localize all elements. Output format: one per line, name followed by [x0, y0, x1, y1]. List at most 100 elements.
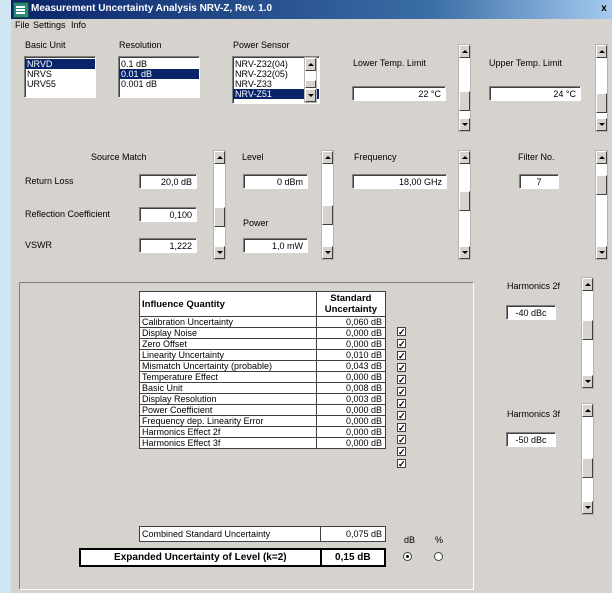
include-checkbox[interactable]: ✓: [397, 423, 406, 433]
window-title: Measurement Uncertainty Analysis NRV-Z, …: [31, 3, 273, 14]
scroll-down-arrow-icon[interactable]: [305, 89, 316, 102]
resolution-list[interactable]: 0.1 dB 0.01 dB 0.001 dB: [118, 56, 200, 98]
source-match-scrollbar[interactable]: [213, 150, 226, 260]
scroll-down-arrow-icon[interactable]: [582, 501, 593, 514]
influence-quantity-cell: Zero Offset: [139, 338, 317, 350]
lower-temp-field[interactable]: 22 °C: [352, 86, 446, 101]
influence-quantity-cell: Harmonics Effect 2f: [139, 426, 317, 438]
table-row: Mismatch Uncertainty (probable) 0,043 dB: [139, 360, 387, 372]
scroll-down-arrow-icon[interactable]: [596, 118, 607, 131]
vswr-field[interactable]: 1,222: [139, 238, 197, 253]
influence-quantity-cell: Temperature Effect: [139, 371, 317, 383]
scroll-up-arrow-icon[interactable]: [459, 151, 470, 164]
return-loss-field[interactable]: 20,0 dB: [139, 174, 197, 189]
scroll-thumb[interactable]: [214, 207, 225, 227]
influence-quantity-cell: Linearity Uncertainty: [139, 349, 317, 361]
include-checkbox[interactable]: ✓: [397, 459, 406, 469]
standard-uncertainty-cell: 0,000 dB: [315, 426, 387, 438]
level-scrollbar[interactable]: [321, 150, 334, 260]
scroll-thumb[interactable]: [582, 320, 593, 340]
scroll-up-arrow-icon[interactable]: [596, 45, 607, 58]
include-checkbox[interactable]: ✓: [397, 435, 406, 445]
standard-uncertainty-cell: 0,010 dB: [315, 349, 387, 361]
title-bar: Measurement Uncertainty Analysis NRV-Z, …: [11, 0, 612, 19]
menu-file[interactable]: File: [15, 20, 30, 30]
scroll-up-arrow-icon[interactable]: [459, 45, 470, 58]
frequency-label: Frequency: [354, 152, 397, 162]
table-row: Harmonics Effect 3f 0,000 dB: [139, 437, 387, 449]
scroll-up-arrow-icon[interactable]: [582, 278, 593, 291]
scroll-down-arrow-icon[interactable]: [214, 246, 225, 259]
influence-quantity-cell: Display Noise: [139, 327, 317, 339]
scroll-up-arrow-icon[interactable]: [322, 151, 333, 164]
scroll-thumb[interactable]: [582, 458, 593, 478]
unit-percent-label: %: [435, 535, 444, 545]
scroll-up-arrow-icon[interactable]: [596, 151, 607, 164]
standard-uncertainty-cell: 0,000 dB: [315, 371, 387, 383]
upper-temp-scrollbar[interactable]: [595, 44, 608, 132]
scroll-thumb[interactable]: [305, 80, 316, 88]
harmonics-3f-scrollbar[interactable]: [581, 403, 594, 515]
scroll-thumb[interactable]: [596, 93, 607, 113]
uncertainty-table: Influence Quantity Standard Uncertainty …: [139, 291, 387, 449]
scroll-down-arrow-icon[interactable]: [596, 246, 607, 259]
influence-quantity-cell: Display Resolution: [139, 393, 317, 405]
harmonics-3f-field[interactable]: -50 dBc: [506, 432, 556, 447]
resolution-label: Resolution: [119, 40, 162, 50]
upper-temp-field[interactable]: 24 °C: [489, 86, 581, 101]
scroll-down-arrow-icon[interactable]: [322, 246, 333, 259]
list-item[interactable]: NRVS: [25, 69, 95, 79]
reflection-coefficient-field[interactable]: 0,100: [139, 207, 197, 222]
scroll-up-arrow-icon[interactable]: [214, 151, 225, 164]
scroll-up-arrow-icon[interactable]: [582, 404, 593, 417]
level-field[interactable]: 0 dBm: [243, 174, 308, 189]
include-checkbox[interactable]: ✓: [397, 411, 406, 421]
table-row: Temperature Effect 0,000 dB: [139, 371, 387, 383]
list-item[interactable]: 0.01 dB: [119, 69, 199, 79]
standard-uncertainty-cell: 0,000 dB: [315, 338, 387, 350]
filter-no-scrollbar[interactable]: [595, 150, 608, 260]
filter-no-field[interactable]: 7: [519, 174, 559, 189]
header-influence-quantity: Influence Quantity: [139, 291, 317, 317]
combined-table: Combined Standard Uncertainty 0,075 dB: [139, 526, 387, 542]
scroll-down-arrow-icon[interactable]: [459, 246, 470, 259]
expanded-value: 0,15 dB: [319, 548, 387, 567]
scroll-thumb[interactable]: [322, 205, 333, 225]
list-item[interactable]: URV55: [25, 79, 95, 89]
table-row: Harmonics Effect 2f 0,000 dB: [139, 426, 387, 438]
basic-unit-list[interactable]: NRVD NRVS URV55: [24, 56, 96, 98]
upper-temp-label: Upper Temp. Limit: [489, 58, 562, 68]
scroll-up-arrow-icon[interactable]: [305, 58, 316, 71]
list-item[interactable]: 0.001 dB: [119, 79, 199, 89]
frequency-field[interactable]: 18,00 GHz: [352, 174, 447, 189]
scroll-thumb[interactable]: [459, 91, 470, 111]
include-checkbox[interactable]: ✓: [397, 399, 406, 409]
lower-temp-scrollbar[interactable]: [458, 44, 471, 132]
scroll-down-arrow-icon[interactable]: [459, 118, 470, 131]
harmonics-2f-field[interactable]: -40 dBc: [506, 305, 556, 320]
scroll-down-arrow-icon[interactable]: [582, 375, 593, 388]
include-checkbox[interactable]: ✓: [397, 351, 406, 361]
include-checkbox[interactable]: ✓: [397, 375, 406, 385]
list-item[interactable]: NRVD: [25, 59, 95, 69]
scroll-thumb[interactable]: [459, 191, 470, 211]
table-row: Display Resolution 0,003 dB: [139, 393, 387, 405]
scroll-thumb[interactable]: [596, 175, 607, 195]
include-checkbox[interactable]: ✓: [397, 339, 406, 349]
include-checkbox[interactable]: ✓: [397, 327, 406, 337]
power-field[interactable]: 1,0 mW: [243, 238, 308, 253]
reflection-coefficient-label: Reflection Coefficient: [25, 209, 110, 219]
app-icon: [13, 2, 29, 18]
unit-percent-radio[interactable]: [434, 552, 443, 561]
close-button[interactable]: x: [598, 3, 610, 15]
harmonics-2f-scrollbar[interactable]: [581, 277, 594, 389]
include-checkbox[interactable]: ✓: [397, 447, 406, 457]
include-checkbox[interactable]: ✓: [397, 387, 406, 397]
include-checkbox[interactable]: ✓: [397, 363, 406, 373]
frequency-scrollbar[interactable]: [458, 150, 471, 260]
menu-info[interactable]: Info: [71, 20, 86, 30]
unit-db-radio[interactable]: [403, 552, 412, 561]
menu-settings[interactable]: Settings: [33, 20, 66, 30]
list-item[interactable]: 0.1 dB: [119, 59, 199, 69]
power-sensor-scrollbar[interactable]: [304, 57, 317, 103]
